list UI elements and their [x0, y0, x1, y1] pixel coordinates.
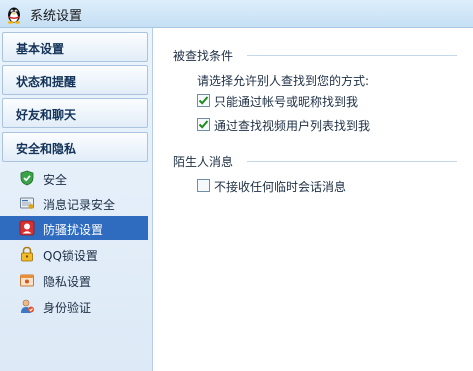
user-verify-icon [21, 299, 34, 313]
sidebar-item-qq-lock[interactable]: QQ锁设置 [0, 242, 148, 266]
sidebar-item-anti-harassment[interactable]: 防骚扰设置 [0, 216, 148, 240]
section-divider [247, 55, 457, 56]
checkbox-label: 通过查找视频用户列表找到我 [214, 119, 371, 133]
sidebar-item-label: 安全 [43, 173, 68, 187]
lock-icon [21, 246, 33, 262]
sidebar-item-security[interactable]: 安全 [0, 166, 148, 190]
sidebar-item-label: 隐私设置 [43, 275, 92, 289]
sidebar-item-label: 防骚扰设置 [43, 223, 104, 237]
message-log-icon [20, 197, 34, 209]
nav-friends-chat[interactable]: 好友和聊天 [2, 98, 148, 128]
sidebar-item-message-log-security[interactable]: 消息记录安全 [0, 191, 148, 215]
section-divider [247, 161, 457, 162]
nav-header-label: 好友和聊天 [16, 108, 77, 122]
sidebar-item-identity-verify[interactable]: 身份验证 [0, 294, 148, 318]
title-bar[interactable]: 系统设置 [0, 0, 473, 28]
nav-security-privacy[interactable]: 安全和隐私 [2, 132, 148, 162]
shield-icon [20, 170, 34, 186]
checkbox[interactable] [197, 118, 210, 131]
settings-sidebar: 基本设置 状态和提醒 好友和聊天 安全和隐私 安全 消息记录安全 防骚扰设置 Q… [0, 28, 153, 371]
nav-basic-settings[interactable]: 基本设置 [2, 32, 148, 62]
sidebar-item-label: QQ锁设置 [43, 249, 98, 263]
checkmark-icon [198, 120, 209, 129]
privacy-icon [20, 274, 34, 287]
sidebar-item-label: 消息记录安全 [43, 198, 116, 212]
nav-header-label: 安全和隐私 [16, 142, 77, 156]
stranger-section-title: 陌生人消息 [173, 155, 234, 169]
nav-header-label: 基本设置 [16, 42, 65, 56]
settings-window: 系统设置 基本设置 状态和提醒 好友和聊天 安全和隐私 安全 消息记录安全 防骚… [0, 0, 473, 371]
nav-status-reminder[interactable]: 状态和提醒 [2, 65, 148, 95]
checkmark-icon [198, 96, 209, 105]
checkbox-label: 不接收任何临时会话消息 [214, 180, 347, 194]
find-section-title: 被查找条件 [173, 49, 234, 63]
checkbox[interactable] [197, 94, 210, 107]
window-title: 系统设置 [30, 9, 83, 24]
anti-harass-icon [19, 220, 35, 236]
sidebar-item-privacy[interactable]: 隐私设置 [0, 268, 148, 292]
checkbox-label: 只能通过帐号或昵称找到我 [214, 95, 359, 109]
nav-header-label: 状态和提醒 [16, 75, 77, 89]
settings-content: 被查找条件 请选择允许别人查找到您的方式: 只能通过帐号或昵称找到我 通过查找视… [153, 28, 473, 371]
checkbox[interactable] [197, 179, 210, 192]
qq-penguin-icon [7, 7, 21, 24]
find-section-description: 请选择允许别人查找到您的方式: [197, 74, 370, 88]
sidebar-item-label: 身份验证 [43, 301, 92, 315]
